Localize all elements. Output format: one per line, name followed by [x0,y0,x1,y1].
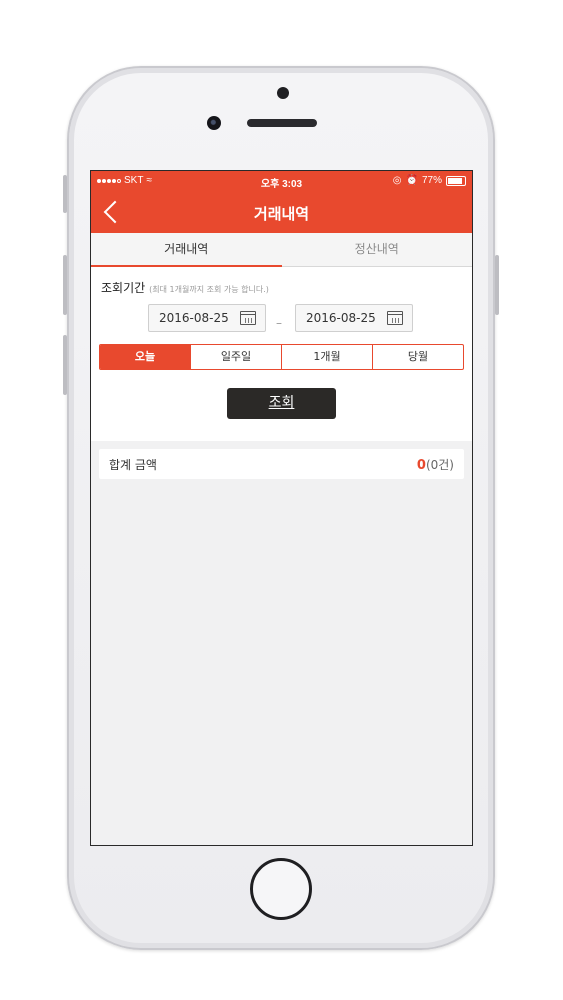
range-month-button[interactable]: 1개월 [281,345,372,369]
tab-bar: 거래내역 정산내역 [91,233,472,267]
total-label: 합계 금액 [109,457,157,472]
page-title: 거래내역 [253,205,310,223]
total-value: 0(0건) [417,456,454,473]
date-separator: – [276,316,282,330]
period-heading: 조회기간 (최대 1개월까지 조회 가능 합니다.) [101,279,269,296]
status-bar: SKT ≈ 오후 3:03 ◎ ⏰ 77% [91,171,472,191]
search-button[interactable]: 조회 [227,388,336,419]
end-date-field[interactable]: 2016-08-25 [295,304,413,332]
start-date-field[interactable]: 2016-08-25 [148,304,266,332]
orientation-lock-icon: ◎ [392,175,402,186]
side-button-power [495,255,499,315]
end-date-value: 2016-08-25 [306,311,376,325]
period-note: (최대 1개월까지 조회 가능 합니다.) [149,285,269,294]
total-amount: 0 [416,457,426,473]
total-summary-row: 합계 금액 0(0건) [99,449,464,479]
earpiece-speaker [247,119,317,127]
side-button-mute [63,175,67,213]
battery-icon [446,175,466,186]
alarm-icon: ⏰ [405,175,418,186]
status-right: ◎ ⏰ 77% [393,175,466,186]
navigation-bar: 거래내역 [91,191,472,233]
side-button-volume-down [63,335,67,395]
total-count: (0건) [425,457,454,472]
front-camera-icon [207,116,221,130]
tab-transactions[interactable]: 거래내역 [91,233,282,267]
side-button-volume-up [63,255,67,315]
app-screen: SKT ≈ 오후 3:03 ◎ ⏰ 77% 거래내역 거래내역 정산내역 조회기… [90,170,473,846]
range-week-button[interactable]: 일주일 [190,345,281,369]
range-today-button[interactable]: 오늘 [100,345,190,369]
start-date-value: 2016-08-25 [159,311,229,325]
range-current-month-button[interactable]: 당월 [372,345,463,369]
tab-settlements[interactable]: 정산내역 [282,233,473,266]
home-button[interactable] [250,858,312,920]
quick-range-selector: 오늘 일주일 1개월 당월 [99,344,464,370]
search-panel: 조회기간 (최대 1개월까지 조회 가능 합니다.) 2016-08-25 – 2… [91,267,472,441]
calendar-icon[interactable] [387,311,403,325]
period-label: 조회기간 [101,281,146,295]
calendar-icon[interactable] [240,311,256,325]
proximity-sensor [277,87,289,99]
battery-percent: 77% [421,175,442,186]
